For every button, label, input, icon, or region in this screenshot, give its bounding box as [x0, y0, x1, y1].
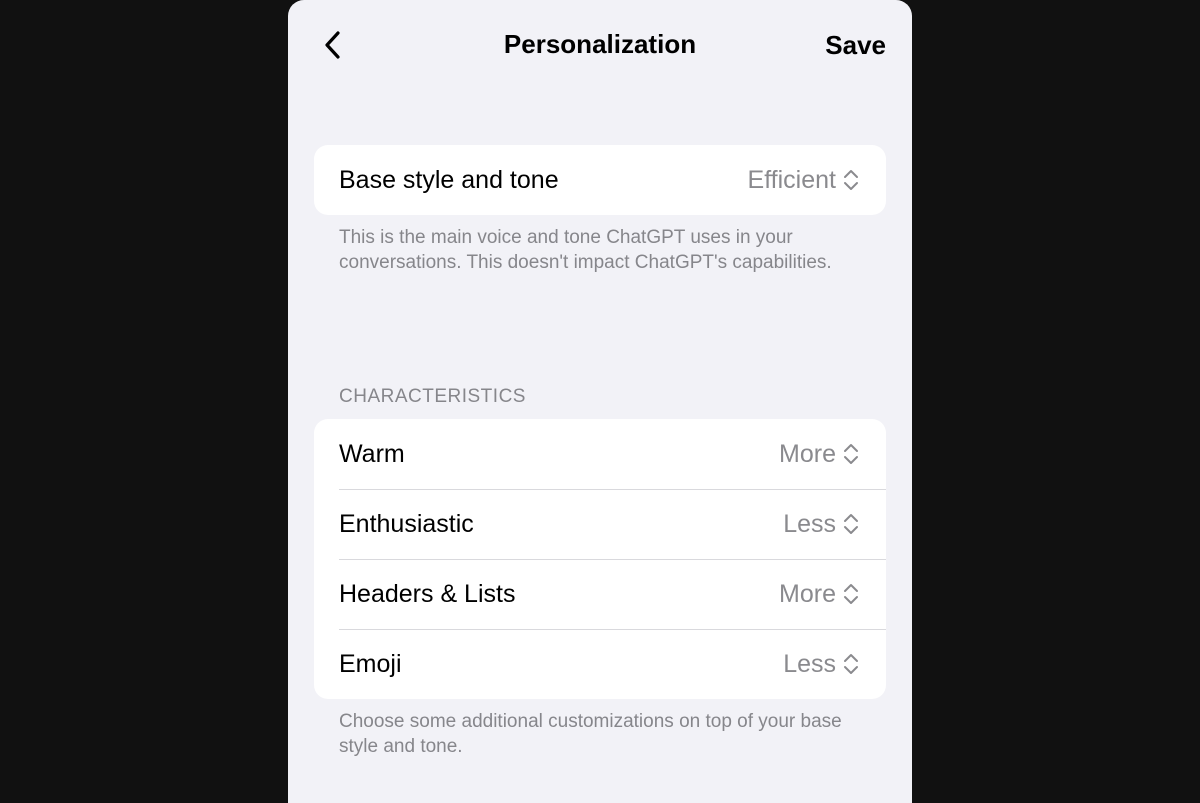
navigation-bar: Personalization Save	[288, 0, 912, 90]
characteristic-selector[interactable]: Less	[783, 650, 860, 679]
characteristic-label: Warm	[339, 439, 405, 468]
characteristic-label: Headers & Lists	[339, 579, 516, 608]
characteristic-value: Less	[783, 509, 836, 538]
characteristic-selector[interactable]: More	[779, 440, 860, 469]
characteristic-row-headers-lists[interactable]: Headers & Lists More	[314, 559, 886, 629]
save-button[interactable]: Save	[825, 30, 886, 61]
characteristic-selector[interactable]: Less	[783, 510, 860, 539]
characteristics-header: CHARACTERISTICS	[339, 386, 526, 407]
base-style-label: Base style and tone	[339, 165, 559, 194]
characteristics-footnote: Choose some additional customizations on…	[339, 711, 842, 757]
page-title: Personalization	[503, 29, 697, 59]
characteristic-row-emoji[interactable]: Emoji Less	[314, 629, 886, 699]
chevron-up-down-icon	[842, 510, 860, 538]
characteristic-label: Emoji	[339, 649, 402, 678]
chevron-up-down-icon	[842, 580, 860, 608]
chevron-up-down-icon	[842, 166, 860, 194]
characteristic-label: Enthusiastic	[339, 509, 474, 538]
characteristic-value: More	[779, 439, 836, 468]
personalization-screen: Personalization Save Base style and tone…	[288, 0, 912, 803]
base-style-value: Efficient	[747, 165, 836, 194]
base-style-selector[interactable]: Efficient	[748, 166, 860, 195]
base-style-footnote: This is the main voice and tone ChatGPT …	[339, 227, 832, 273]
chevron-up-down-icon	[842, 650, 860, 678]
characteristics-card: Warm More Enthusiastic Less Headers & Li…	[314, 419, 886, 699]
characteristic-row-enthusiastic[interactable]: Enthusiastic Less	[314, 489, 886, 559]
base-style-row[interactable]: Base style and tone Efficient	[314, 145, 886, 215]
characteristic-value: Less	[783, 649, 836, 678]
base-style-card: Base style and tone Efficient	[314, 145, 886, 215]
characteristic-row-warm[interactable]: Warm More	[314, 419, 886, 489]
characteristic-selector[interactable]: More	[779, 580, 860, 609]
chevron-up-down-icon	[842, 440, 860, 468]
characteristic-value: More	[779, 579, 836, 608]
